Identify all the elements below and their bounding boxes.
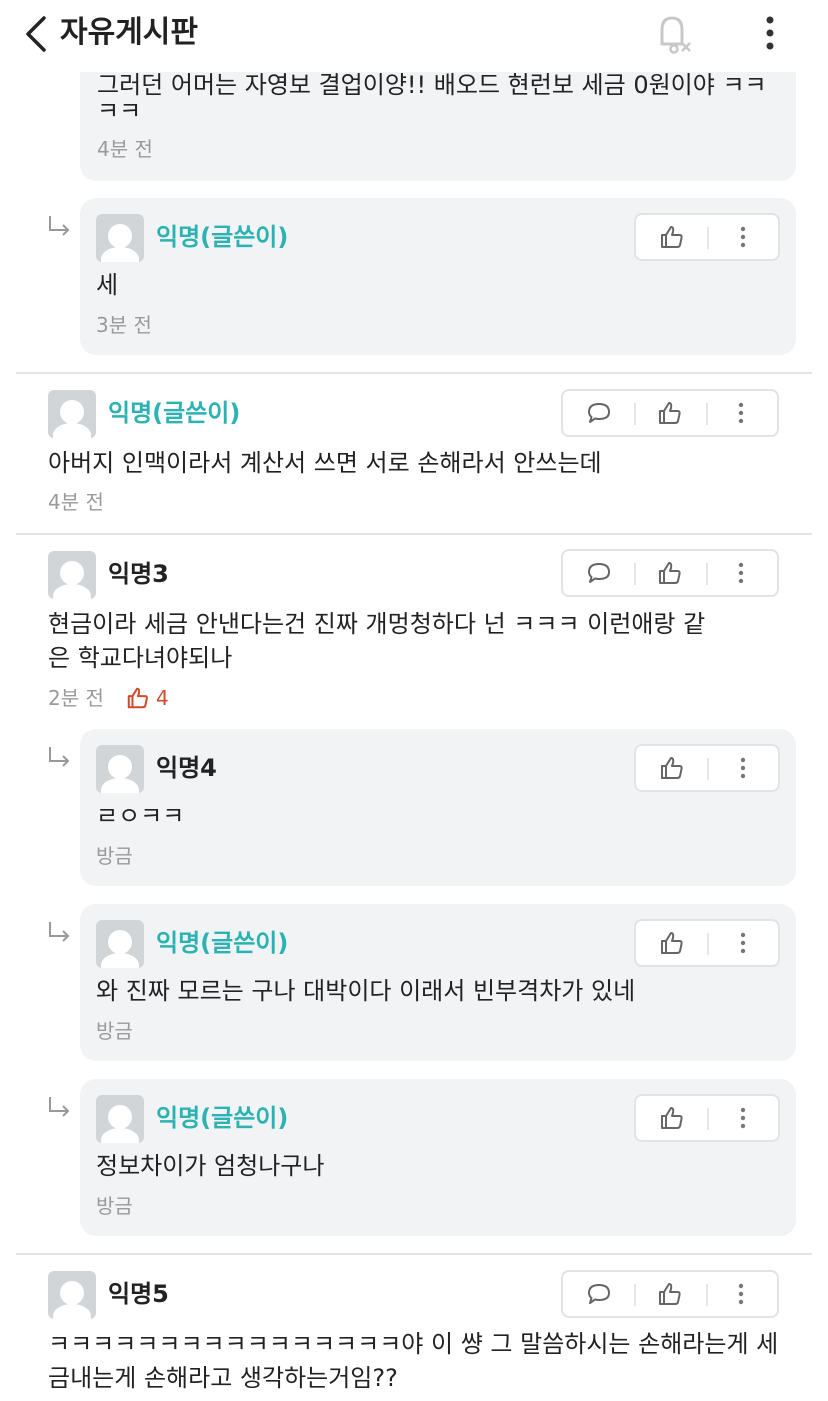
comment-text: ㅋㅋㅋㅋㅋㅋㅋㅋㅋㅋㅋㅋㅋㅋㅋㅋ야 이 썅 그 말씀하시는 손해라는게 세: [48, 1330, 779, 1358]
like-count-value: 4: [156, 686, 169, 710]
reply-comment: 익명(글쓴이) 정보차이가 엄청나구나 방금: [80, 1079, 796, 1236]
more-options-button[interactable]: [705, 1272, 777, 1316]
like-count: 4: [126, 685, 169, 711]
avatar: [48, 390, 96, 438]
like-button[interactable]: [636, 215, 707, 259]
comment-time: 방금: [96, 844, 133, 868]
comment-actions: [634, 1094, 780, 1142]
comment-text: 와 진짜 모르는 구나 대박이다 이래서 빈부격차가 있네: [96, 977, 636, 1005]
more-options-button[interactable]: [707, 746, 778, 790]
reply-button[interactable]: [563, 551, 634, 595]
reply-arrow-icon: [49, 216, 70, 236]
like-button[interactable]: [636, 921, 707, 965]
more-options-button[interactable]: [707, 215, 778, 259]
thumbs-up-icon: [660, 1107, 683, 1129]
more-options-button[interactable]: [705, 551, 777, 595]
more-vertical-icon: [739, 1283, 744, 1305]
thumbs-up-icon: [660, 757, 683, 779]
avatar: [96, 920, 144, 968]
author-name: 익명(글쓴이): [108, 399, 241, 427]
more-options-button[interactable]: [705, 391, 777, 435]
more-vertical-icon: [740, 932, 745, 954]
more-vertical-icon: [740, 226, 745, 248]
avatar: [96, 745, 144, 793]
comment-text: 아버지 인맥이라서 계산서 쓰면 서로 손해라서 안쓰는데: [48, 449, 602, 477]
comment-actions: [561, 389, 779, 437]
back-icon[interactable]: [20, 14, 52, 54]
thumbs-up-icon: [127, 687, 148, 709]
avatar: [96, 214, 144, 262]
author-name: 익명(글쓴이): [156, 223, 289, 251]
comment: 익명3 현금이라 세금 안낸다는건 진짜 개멍청하다 넌 ㅋㅋㅋ 이런애랑 같 …: [0, 535, 828, 725]
comment-text: 정보차이가 엄청나구나: [96, 1152, 325, 1180]
more-options-button[interactable]: [707, 1096, 778, 1140]
more-icon[interactable]: [755, 14, 785, 54]
notification-off-icon[interactable]: [652, 12, 696, 56]
comment-time: 방금: [96, 1194, 133, 1218]
comment-time: 방금: [96, 1019, 133, 1043]
thumbs-up-icon: [658, 402, 681, 424]
page-title: 자유게시판: [60, 15, 198, 50]
comment-time: 3분 전: [96, 313, 152, 337]
more-vertical-icon: [739, 562, 744, 584]
comment-actions: [561, 1270, 779, 1318]
comment-time: 2분 전: [48, 686, 104, 710]
reply-arrow-icon: [49, 1097, 70, 1117]
speech-bubble-icon: [587, 1284, 610, 1304]
reply-comment: 익명4 ㄹㅇㅋㅋ 방금: [80, 729, 796, 886]
top-bar: 자유게시판: [0, 0, 828, 72]
avatar: [48, 1271, 96, 1319]
reply-arrow-icon: [49, 747, 70, 767]
comment-time: 4분 전: [97, 137, 153, 161]
reply-button[interactable]: [563, 391, 634, 435]
avatar: [96, 1095, 144, 1143]
author-name: 익명(글쓴이): [156, 1104, 289, 1132]
comment-text: ㄹㅇㅋㅋ: [96, 802, 185, 830]
thumbs-up-icon: [660, 226, 683, 248]
author-name: 익명4: [156, 754, 217, 782]
comment: 익명5 ㅋㅋㅋㅋㅋㅋㅋㅋㅋㅋㅋㅋㅋㅋㅋㅋ야 이 썅 그 말씀하시는 손해라는게 …: [0, 1255, 828, 1401]
comment-time: 4분 전: [48, 490, 104, 514]
like-button[interactable]: [634, 391, 705, 435]
like-button[interactable]: [634, 551, 705, 595]
comment-text: 그러던 어머는 자영보 결업이양!! 배오드 현런보 세금 0원이야 ㅋㅋ: [97, 71, 767, 99]
comment-text-line2: 금내는게 손해라고 생각하는거임??: [48, 1364, 398, 1392]
author-name: 익명(글쓴이): [156, 929, 289, 957]
comment-actions: [634, 213, 780, 261]
more-vertical-icon: [740, 757, 745, 779]
more-options-button[interactable]: [707, 921, 778, 965]
author-name: 익명5: [108, 1280, 169, 1308]
reply-button[interactable]: [563, 1272, 634, 1316]
reply-comment: 익명(글쓴이) 와 진짜 모르는 구나 대박이다 이래서 빈부격차가 있네 방금: [80, 904, 796, 1061]
comment-text-line2: ㅋㅋ: [97, 97, 142, 125]
comment-actions: [634, 919, 780, 967]
like-button[interactable]: [634, 1272, 705, 1316]
like-button[interactable]: [636, 746, 707, 790]
speech-bubble-icon: [587, 563, 610, 583]
speech-bubble-icon: [587, 403, 610, 423]
comment-text: 세: [96, 271, 119, 299]
more-vertical-icon: [739, 402, 744, 424]
thumbs-up-icon: [658, 562, 681, 584]
comment-actions: [561, 549, 779, 597]
thumbs-up-icon: [660, 932, 683, 954]
author-name: 익명3: [108, 560, 169, 588]
comment-actions: [634, 744, 780, 792]
comment: 익명(글쓴이) 아버지 인맥이라서 계산서 쓰면 서로 손해라서 안쓰는데 4분…: [0, 374, 828, 534]
more-vertical-icon: [740, 1107, 745, 1129]
thumbs-up-icon: [658, 1283, 681, 1305]
comment-text: 현금이라 세금 안낸다는건 진짜 개멍청하다 넌 ㅋㅋㅋ 이런애랑 같: [48, 610, 706, 638]
like-button[interactable]: [636, 1096, 707, 1140]
avatar: [48, 551, 96, 599]
reply-comment: 익명(글쓴이) 세 3분 전: [80, 198, 796, 355]
reply-arrow-icon: [49, 922, 70, 942]
comment-text-line2: 은 학교다녀야되나: [48, 644, 233, 672]
